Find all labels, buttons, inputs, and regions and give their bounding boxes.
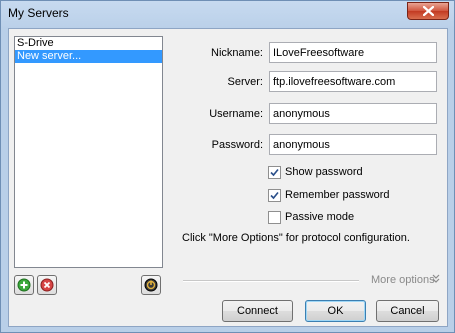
my-servers-window: My Servers S-Drive New server... Nicknam… — [0, 0, 455, 333]
password-input[interactable] — [269, 134, 437, 155]
window-title: My Servers — [8, 6, 69, 20]
server-input[interactable] — [269, 71, 437, 92]
nickname-input[interactable] — [269, 42, 437, 63]
dialog-body: S-Drive New server... Nickname: Server — [8, 28, 448, 327]
more-options-link[interactable]: More options — [371, 274, 435, 286]
cancel-button[interactable]: Cancel — [376, 300, 439, 322]
passive-mode-checkbox[interactable] — [268, 211, 281, 224]
username-input[interactable] — [269, 103, 437, 124]
ok-button[interactable]: OK — [305, 300, 366, 322]
password-label: Password: — [211, 139, 263, 151]
remove-icon — [40, 278, 54, 292]
title-bar[interactable]: My Servers — [1, 1, 454, 27]
check-icon — [270, 168, 279, 177]
server-item-s-drive[interactable]: S-Drive — [15, 37, 162, 50]
server-label: Server: — [227, 76, 263, 88]
add-server-button[interactable] — [14, 275, 34, 295]
passive-mode-label: Passive mode — [285, 211, 355, 223]
protocol-hint: Click "More Options" for protocol config… — [182, 232, 410, 244]
close-button[interactable] — [407, 2, 449, 20]
add-icon — [17, 278, 31, 292]
server-list[interactable]: S-Drive New server... — [14, 36, 163, 268]
nickname-label: Nickname: — [211, 47, 263, 59]
username-label: Username: — [209, 108, 263, 120]
show-password-checkbox[interactable] — [268, 166, 281, 179]
connect-button[interactable]: Connect — [222, 300, 293, 322]
remove-server-button[interactable] — [37, 275, 57, 295]
power-icon — [144, 278, 158, 292]
connect-server-icon-button[interactable] — [141, 275, 161, 295]
server-item-new-server[interactable]: New server... — [15, 50, 162, 63]
double-chevron-down-icon[interactable] — [432, 274, 440, 284]
show-password-label: Show password — [285, 166, 363, 178]
divider — [183, 280, 359, 282]
remember-password-label: Remember password — [285, 189, 390, 201]
check-icon — [270, 191, 279, 200]
close-icon — [423, 6, 434, 16]
remember-password-checkbox[interactable] — [268, 189, 281, 202]
